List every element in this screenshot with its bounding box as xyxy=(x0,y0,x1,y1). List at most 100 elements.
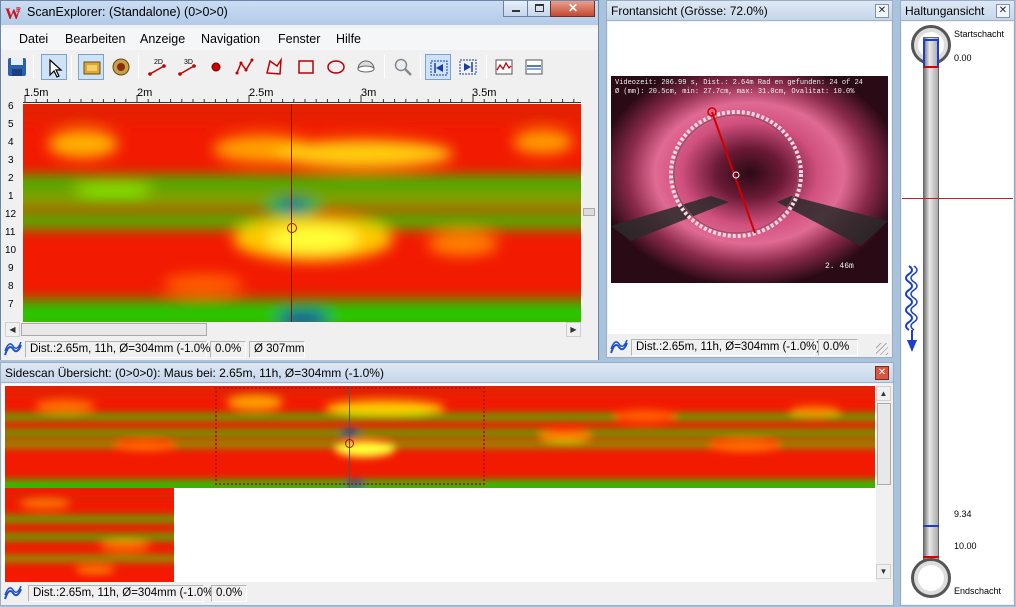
ellipse-button[interactable] xyxy=(323,54,349,80)
frame-icon xyxy=(83,61,101,75)
pointer-button[interactable] xyxy=(41,54,67,80)
status-percent: 0.0% xyxy=(818,339,858,356)
graph-icon xyxy=(495,59,513,75)
flow-direction-icon xyxy=(905,265,918,352)
close-icon: ✕ xyxy=(998,5,1008,16)
fit-left-button[interactable] xyxy=(425,54,451,80)
heatmap-vertical-scrollbar[interactable] xyxy=(581,104,597,322)
profile-button[interactable] xyxy=(521,54,547,80)
clock-label: 2 xyxy=(8,173,14,184)
svg-text:E: E xyxy=(16,7,21,14)
pipe-video-frame[interactable]: Videozeit: 206.99 s, Dist.: 2.64m Rad en… xyxy=(611,76,888,283)
menu-fenster[interactable]: Fenster xyxy=(278,32,320,46)
clock-label: 10 xyxy=(5,245,17,256)
sidescan-titlebar: Sidescan Übersicht: (0>0>0): Maus bei: 2… xyxy=(1,363,893,383)
maximize-button[interactable] xyxy=(527,1,551,17)
position-cursor-line[interactable] xyxy=(291,104,292,322)
sidescan-canvas xyxy=(2,384,877,582)
toolbar-separator xyxy=(33,55,34,79)
front-view-close-button[interactable]: ✕ xyxy=(875,4,889,18)
start-segment xyxy=(923,39,939,68)
menu-bearbeiten[interactable]: Bearbeiten xyxy=(65,32,125,46)
front-view-titlebar: Frontansicht (Grösse: 72.0%) ✕ xyxy=(607,1,892,21)
scroll-left-button[interactable]: ◀ xyxy=(5,322,20,337)
distance-ruler: 1.5m 2m 2.5m 3m 3.5m xyxy=(23,86,581,103)
video-overlay-line-2: Ø (mm): 20.5cm, min: 27.7cm, max: 31.0cm… xyxy=(615,88,855,96)
clock-label: 1 xyxy=(8,191,14,202)
sidescan-close-button[interactable]: ✕ xyxy=(875,366,889,380)
fit-right-icon xyxy=(459,59,477,75)
clock-label: 11 xyxy=(5,227,16,238)
scroll-thumb[interactable] xyxy=(21,323,207,336)
polygon-button[interactable] xyxy=(261,54,287,80)
sidescan-heatmap[interactable] xyxy=(5,386,875,488)
status-distance: Dist.:2.65m, 11h, Ø=304mm (-1.0%) xyxy=(28,585,217,602)
clock-label: 3 xyxy=(8,155,14,166)
save-icon xyxy=(8,58,26,76)
fit-right-button[interactable] xyxy=(455,54,481,80)
main-window-title: ScanExplorer: (Standalone) (0>0>0) xyxy=(27,5,228,19)
dome-button[interactable] xyxy=(353,54,379,80)
toolbar: 2D 3D xyxy=(1,52,598,84)
frame-button[interactable] xyxy=(78,54,104,80)
main-titlebar: WE ScanExplorer: (Standalone) (0>0>0) ✕ xyxy=(1,1,598,25)
heatmap-horizontal-scrollbar[interactable]: ◀ ▶ xyxy=(5,322,581,337)
scroll-thumb[interactable] xyxy=(583,208,595,216)
rectangle-button[interactable] xyxy=(293,54,319,80)
end-manhole[interactable] xyxy=(911,558,951,598)
sidescan-vertical-scrollbar[interactable]: ▲ ▼ xyxy=(876,384,892,581)
restore-icon xyxy=(535,4,544,12)
sidescan-position-marker[interactable] xyxy=(345,439,354,448)
menu-bar: Datei Bearbeiten Anzeige Navigation Fens… xyxy=(1,28,598,50)
circle-record-icon xyxy=(112,58,130,76)
pipe-wave-icon xyxy=(4,341,22,356)
line-3d-button[interactable]: 3D xyxy=(174,54,200,80)
scroll-down-button[interactable]: ▼ xyxy=(876,564,891,579)
resize-grip-icon[interactable] xyxy=(876,343,888,355)
front-view-status-bar: Dist.:2.65m, 11h, Ø=304mm (-1.0%) 0.0% xyxy=(607,337,892,357)
menu-anzeige[interactable]: Anzeige xyxy=(140,32,185,46)
haltung-close-button[interactable]: ✕ xyxy=(996,4,1010,18)
sidescan-view-region[interactable] xyxy=(215,387,485,485)
scroll-thumb[interactable] xyxy=(877,403,891,485)
haltung-titlebar: Haltungansicht ✕ xyxy=(901,1,1014,21)
toolbar-separator xyxy=(384,55,385,79)
toolbar-separator xyxy=(71,55,72,79)
ruler-label: 2.5m xyxy=(249,87,274,99)
sidescan-heatmap-continued[interactable] xyxy=(5,488,174,582)
polyline-button[interactable] xyxy=(232,54,258,80)
current-position-line[interactable] xyxy=(902,198,1013,199)
polygon-icon xyxy=(266,57,282,75)
save-button[interactable] xyxy=(4,54,30,80)
status-distance: Dist.:2.65m, 11h, Ø=304mm (-1.0%) xyxy=(631,339,820,356)
menu-navigation[interactable]: Navigation xyxy=(201,32,260,46)
clock-label: 6 xyxy=(8,101,14,112)
point-icon xyxy=(211,62,221,72)
unrolled-heatmap[interactable] xyxy=(23,104,581,322)
sidescan-title: Sidescan Übersicht: (0>0>0): Maus bei: 2… xyxy=(5,366,384,380)
status-percent: 0.0% xyxy=(210,341,246,358)
graph-button[interactable] xyxy=(491,54,517,80)
menu-hilfe[interactable]: Hilfe xyxy=(336,32,361,46)
close-icon: ✕ xyxy=(877,367,887,378)
close-icon: ✕ xyxy=(877,5,887,16)
point-button[interactable] xyxy=(203,54,229,80)
main-window: WE ScanExplorer: (Standalone) (0>0>0) ✕ … xyxy=(0,0,599,360)
line-2d-icon: 2D xyxy=(148,59,166,76)
pipe-wave-icon xyxy=(4,585,22,600)
record-button[interactable] xyxy=(108,54,134,80)
scroll-up-button[interactable]: ▲ xyxy=(876,386,891,401)
pipe-tube xyxy=(923,37,939,582)
value-1000: 10.00 xyxy=(954,541,977,551)
svg-text:3D: 3D xyxy=(184,59,193,66)
zoom-button[interactable] xyxy=(390,54,416,80)
clock-label: 4 xyxy=(8,137,14,148)
menu-datei[interactable]: Datei xyxy=(19,32,48,46)
front-view-window: Frontansicht (Grösse: 72.0%) ✕ Videozeit… xyxy=(606,0,893,358)
minimize-button[interactable] xyxy=(503,1,528,17)
clock-label: 7 xyxy=(8,299,14,310)
position-marker[interactable] xyxy=(287,223,297,233)
scroll-right-button[interactable]: ▶ xyxy=(566,322,581,337)
line-2d-button[interactable]: 2D xyxy=(144,54,170,80)
close-button[interactable]: ✕ xyxy=(550,1,595,17)
